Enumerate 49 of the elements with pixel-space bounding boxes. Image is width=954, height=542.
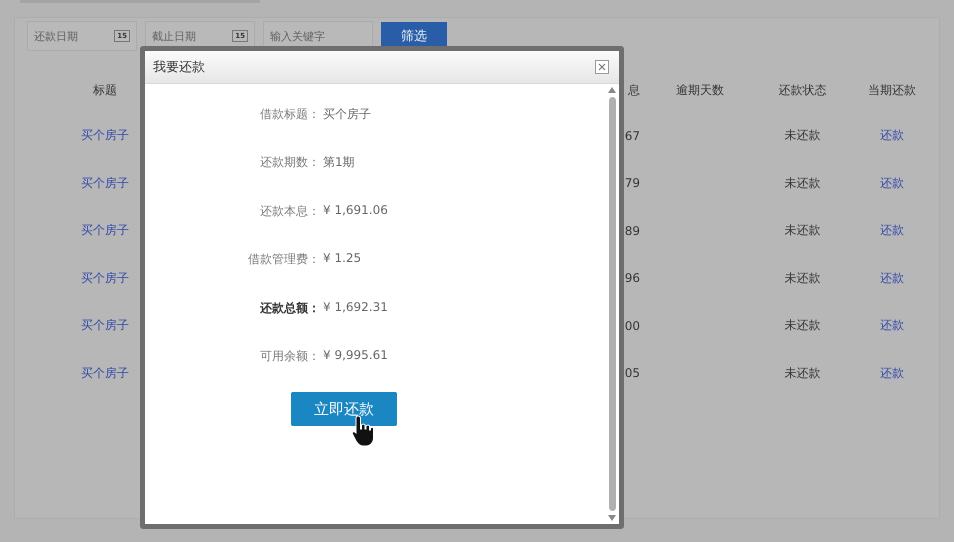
column-header: 标题 [92, 82, 118, 98]
loan-title-link[interactable]: 买个房子 [81, 364, 129, 382]
loan-title-link[interactable]: 买个房子 [81, 222, 129, 240]
field-value: 第1期 [322, 154, 356, 172]
dialog-title: 我要还款 [153, 59, 205, 76]
loan-title-link[interactable]: 买个房子 [81, 317, 129, 334]
table-cell: 79 [624, 176, 640, 190]
field-value: ¥ 9,995.61 [322, 348, 389, 362]
field-label: 还款总额： [259, 300, 320, 317]
field-label: 还款期数： [259, 154, 320, 172]
field-label: 还款本息： [259, 202, 320, 220]
table-cell-text: 未还款 [784, 127, 822, 144]
table-cell: 67 [624, 128, 640, 143]
close-icon[interactable] [595, 60, 609, 74]
table-cell: 05 [624, 366, 640, 380]
table-cell-text: 未还款 [784, 364, 822, 382]
table-cell-text: 未还款 [784, 222, 822, 240]
field-value: ¥ 1,691.06 [322, 202, 389, 217]
field-label: 可用余额： [259, 348, 320, 365]
text-input[interactable]: 截止日期 [152, 30, 230, 42]
repay-link[interactable]: 还款 [880, 270, 904, 287]
pay-now-button[interactable]: 立即还款 [291, 392, 397, 426]
column-header: 息 [628, 82, 640, 98]
repay-link[interactable]: 还款 [880, 364, 904, 382]
scroll-down-icon[interactable] [608, 515, 616, 521]
table-cell: 89 [624, 224, 640, 238]
loan-title-link[interactable]: 买个房子 [81, 127, 129, 144]
repay-link[interactable]: 还款 [880, 174, 904, 192]
loan-title-link[interactable]: 买个房子 [81, 270, 129, 287]
field-label: 借款标题： [259, 106, 320, 123]
table-cell: 96 [624, 271, 640, 286]
text-input[interactable]: 输入关键字 [270, 30, 348, 42]
text-input[interactable]: 还款日期 [34, 30, 112, 42]
table-cell-text: 未还款 [784, 270, 822, 287]
field-value: ¥ 1,692.31 [322, 300, 389, 314]
field-value: 买个房子 [322, 106, 372, 123]
scroll-up-icon[interactable] [608, 87, 616, 93]
column-header: 逾期天数 [675, 82, 725, 98]
repay-link[interactable]: 还款 [880, 222, 904, 240]
loan-title-link[interactable]: 买个房子 [81, 174, 129, 192]
column-header: 当期还款 [867, 82, 917, 98]
table-cell-text: 未还款 [784, 317, 822, 334]
table-cell-text: 未还款 [784, 174, 822, 192]
field-value: ¥ 1.25 [322, 251, 362, 266]
column-header: 还款状态 [778, 82, 828, 98]
table-cell: 00 [624, 318, 640, 333]
field-label: 借款管理费： [247, 251, 320, 268]
repay-link[interactable]: 还款 [880, 127, 904, 144]
repay-link[interactable]: 还款 [880, 317, 904, 334]
